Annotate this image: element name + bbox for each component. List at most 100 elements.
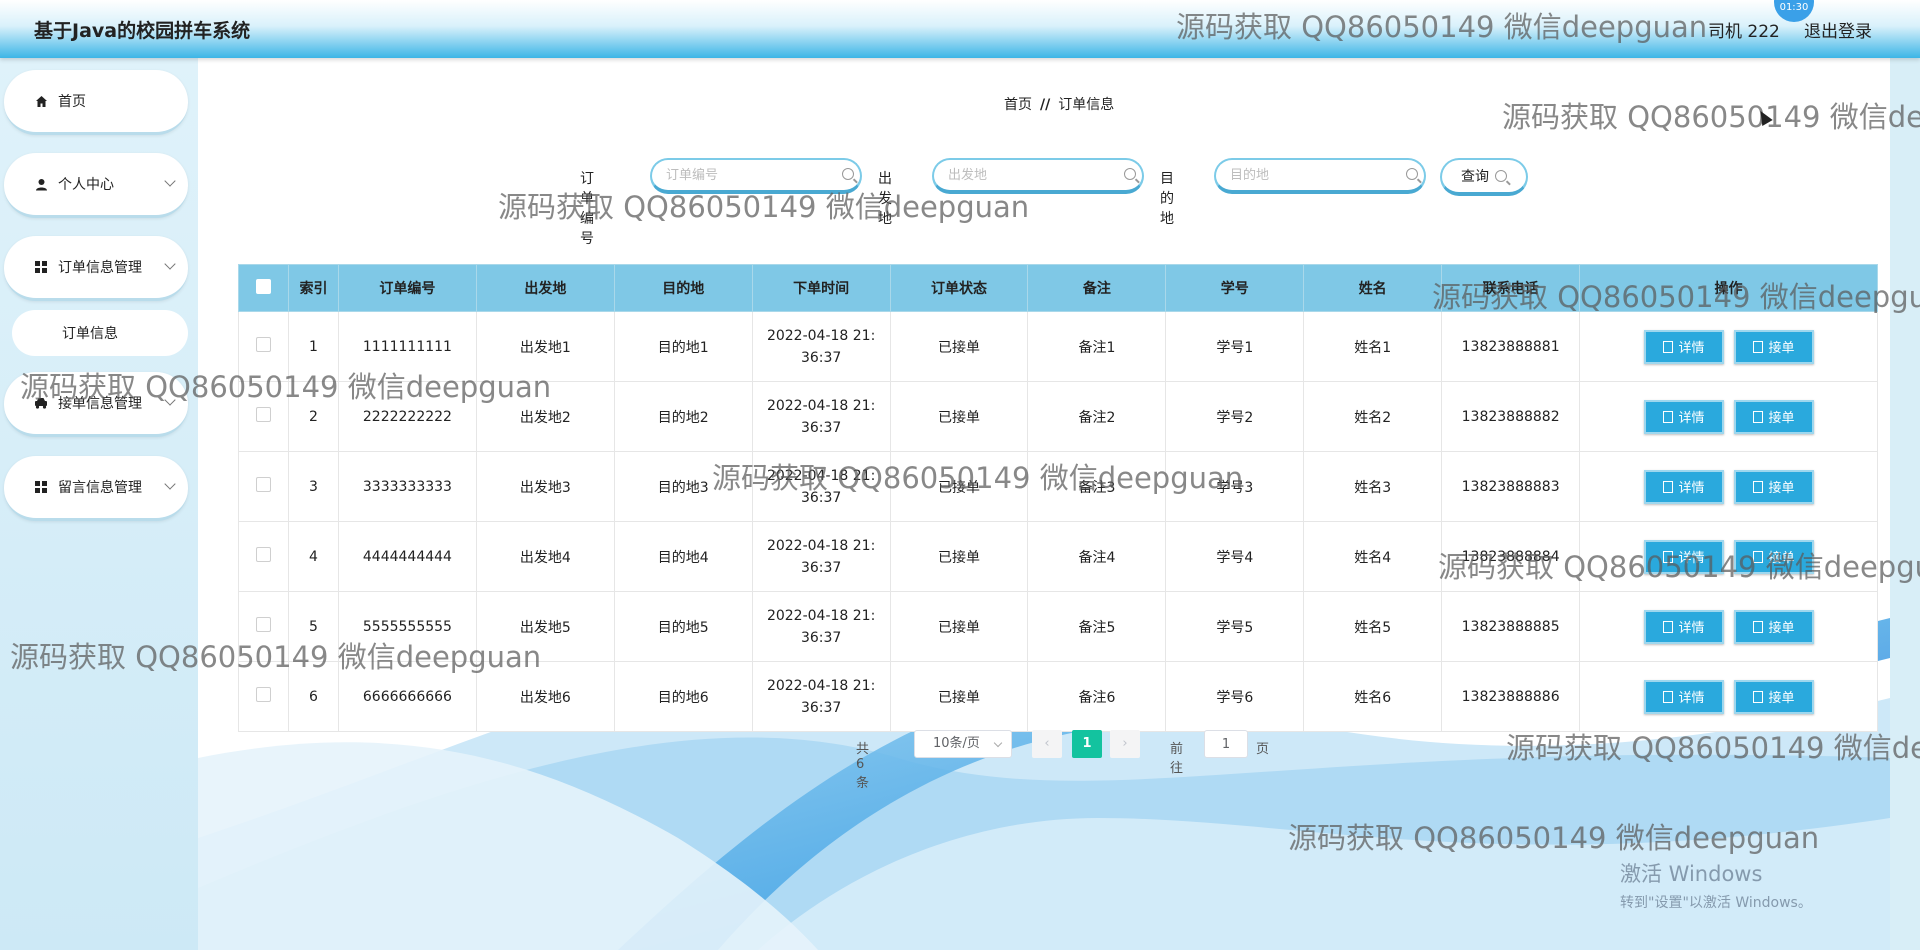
column-header: 出发地	[475, 264, 615, 312]
accept-order-button[interactable]: 接单	[1733, 469, 1814, 504]
table-header-row: 索引 订单编号 出发地 目的地 下单时间 订单状态 备注 学号 姓名 联系电话 …	[238, 264, 1878, 312]
breadcrumb-home[interactable]: 首页	[1004, 97, 1032, 113]
search-icon	[1124, 168, 1136, 180]
breadcrumb: 首页 // 订单信息	[1004, 94, 1114, 114]
sidebar-item-profile[interactable]: 个人中心	[4, 153, 188, 218]
sidebar: 首页 个人中心 订单信息管理 订单信息 接单信息管理 留言信息管理	[0, 58, 198, 950]
row-checkbox[interactable]	[255, 687, 271, 702]
search-icon	[842, 168, 854, 180]
from-cell: 出发地6	[475, 661, 615, 732]
index-cell: 1	[287, 311, 339, 382]
sidebar-item-label: 接单信息管理	[58, 396, 142, 412]
sidebar-item-label: 首页	[58, 94, 86, 110]
grid-icon	[34, 260, 48, 274]
row-checkbox[interactable]	[255, 407, 271, 422]
button-label: 接单	[1768, 341, 1795, 356]
logout-link[interactable]: 退出登录	[1804, 17, 1872, 42]
row-checkbox[interactable]	[255, 337, 271, 352]
order-no-label: 订单编号	[580, 171, 594, 247]
select-all-checkbox[interactable]	[255, 278, 271, 294]
home-icon	[34, 94, 48, 108]
app-title: 基于Java的校园拼车系统	[34, 20, 251, 42]
breadcrumb-separator: //	[1040, 97, 1051, 113]
document-icon	[1752, 620, 1763, 633]
index-cell: 4	[287, 521, 339, 592]
sidebar-item-label: 订单信息	[62, 326, 118, 342]
document-icon	[1752, 550, 1763, 563]
order-time-cell: 2022-04-18 21:36:37	[751, 311, 891, 382]
detail-button[interactable]: 详情	[1643, 609, 1724, 644]
row-checkbox[interactable]	[255, 547, 271, 562]
column-header: 操作	[1579, 264, 1878, 312]
order-no-cell: 4444444444	[337, 521, 477, 592]
actions-cell: 详情 接单	[1579, 451, 1878, 522]
detail-button[interactable]: 详情	[1643, 399, 1724, 434]
phone-cell: 13823888882	[1441, 381, 1581, 452]
accept-order-button[interactable]: 接单	[1733, 679, 1814, 714]
page-unit-label: 页	[1256, 742, 1270, 757]
document-icon	[1752, 340, 1763, 353]
query-button[interactable]: 查询	[1440, 158, 1528, 196]
total-count: 共 6 条	[856, 742, 870, 791]
student-no-cell: 学号5	[1165, 591, 1305, 662]
from-label: 出发地	[878, 171, 892, 227]
remark-cell: 备注3	[1027, 451, 1167, 522]
column-header: 联系电话	[1441, 264, 1581, 312]
student-no-cell: 学号1	[1165, 311, 1305, 382]
sidebar-item-label: 订单信息管理	[58, 260, 142, 276]
car-icon	[34, 396, 48, 410]
student-no-cell: 学号3	[1165, 451, 1305, 522]
to-label: 目的地	[1160, 171, 1174, 227]
chevron-down-icon	[164, 394, 176, 406]
detail-button[interactable]: 详情	[1643, 539, 1724, 574]
row-checkbox[interactable]	[255, 477, 271, 492]
page-size-select[interactable]: 10条/页	[914, 730, 1012, 758]
select-all-cell	[238, 264, 289, 312]
sidebar-item-message-mgmt[interactable]: 留言信息管理	[4, 456, 188, 521]
sidebar-item-accept-mgmt[interactable]: 接单信息管理	[4, 372, 188, 437]
order-time-cell: 2022-04-18 21:36:37	[751, 451, 891, 522]
next-page-button[interactable]: ›	[1110, 730, 1140, 758]
accept-order-button[interactable]: 接单	[1733, 399, 1814, 434]
button-label: 详情	[1678, 481, 1705, 496]
column-header: 姓名	[1303, 264, 1443, 312]
to-cell: 目的地1	[613, 311, 753, 382]
index-cell: 3	[287, 451, 339, 522]
to-input[interactable]	[1214, 158, 1426, 194]
column-header: 学号	[1165, 264, 1305, 312]
row-checkbox[interactable]	[255, 617, 271, 632]
sidebar-item-order-mgmt[interactable]: 订单信息管理	[4, 236, 188, 301]
prev-page-button[interactable]: ‹	[1032, 730, 1062, 758]
button-label: 详情	[1678, 341, 1705, 356]
document-icon	[1662, 480, 1673, 493]
button-label: 详情	[1678, 691, 1705, 706]
accept-order-button[interactable]: 接单	[1733, 539, 1814, 574]
detail-button[interactable]: 详情	[1643, 679, 1724, 714]
status-cell: 已接单	[889, 381, 1029, 452]
student-no-cell: 学号4	[1165, 521, 1305, 592]
from-input[interactable]	[932, 158, 1144, 194]
sidebar-subitem-order-info[interactable]: 订单信息	[12, 310, 188, 356]
goto-page-input[interactable]	[1204, 730, 1248, 758]
to-cell: 目的地4	[613, 521, 753, 592]
table-row: 3 3333333333 出发地3 目的地3 2022-04-18 21:36:37 已接…	[238, 451, 1878, 522]
row-select-cell	[238, 311, 289, 382]
from-cell: 出发地4	[475, 521, 615, 592]
chevron-down-icon	[164, 258, 176, 270]
document-icon	[1752, 410, 1763, 423]
page-number-current[interactable]: 1	[1072, 730, 1102, 758]
accept-order-button[interactable]: 接单	[1733, 609, 1814, 644]
column-header: 下单时间	[751, 264, 891, 312]
order-time-cell: 2022-04-18 21:36:37	[751, 381, 891, 452]
detail-button[interactable]: 详情	[1643, 329, 1724, 364]
top-header: 基于Java的校园拼车系统 01:30 司机 222 退出登录	[0, 0, 1920, 58]
order-no-cell: 5555555555	[337, 591, 477, 662]
sidebar-item-home[interactable]: 首页	[4, 70, 188, 135]
table-row: 4 4444444444 出发地4 目的地4 2022-04-18 21:36:37 已接…	[238, 521, 1878, 592]
order-no-input[interactable]	[650, 158, 862, 194]
from-cell: 出发地3	[475, 451, 615, 522]
sidebar-item-label: 个人中心	[58, 177, 114, 193]
document-icon	[1752, 690, 1763, 703]
accept-order-button[interactable]: 接单	[1733, 329, 1814, 364]
detail-button[interactable]: 详情	[1643, 469, 1724, 504]
